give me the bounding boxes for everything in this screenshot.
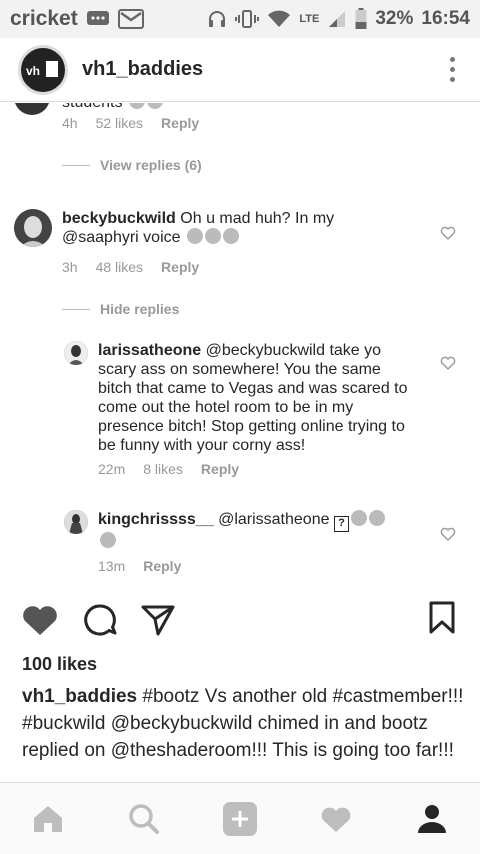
new-post-icon[interactable] [216,795,264,843]
wifi-icon [267,9,291,29]
comment-likes[interactable]: 48 likes [96,259,143,275]
comment-time: 3h [62,259,78,275]
comment-item: students 4h 52 likes Reply View replies … [0,103,480,185]
comment-time: 22m [98,461,126,477]
comment-text: @larissatheone [218,511,330,528]
view-replies-toggle[interactable]: View replies (6) [62,157,202,173]
avatar[interactable] [14,209,52,247]
avatar[interactable] [14,103,50,115]
header-username[interactable]: vh1_baddies [82,58,203,81]
comment-username[interactable]: beckybuckwild [62,210,176,227]
activity-heart-icon[interactable] [312,795,360,843]
laughing-cat-emoji-icon [186,228,203,244]
avatar[interactable] [64,341,88,365]
send-icon[interactable] [138,600,178,640]
reply-item: larissatheone @beckybuckwild take yo sca… [0,339,480,479]
view-replies-label: View replies (6) [100,157,202,173]
battery-icon [355,8,367,30]
svg-text:vh: vh [26,64,40,78]
profile-icon[interactable] [408,795,456,843]
tears-of-joy-emoji-icon [100,532,116,548]
hide-replies-label: Hide replies [100,301,180,317]
signal-icon [327,9,347,29]
unknown-glyph-icon: ? [333,516,349,532]
tears-of-joy-emoji-icon [350,510,367,526]
crying-emoji-icon [128,103,145,109]
headphones-icon [207,9,227,29]
network-type: LTE [299,13,320,25]
comments-list: students 4h 52 likes Reply View replies … [0,103,480,581]
crying-emoji-icon [146,103,163,109]
more-options-icon[interactable] [442,57,462,82]
status-bar: cricket LTE 32% 16:54 [0,0,480,38]
battery-percent: 32% [375,8,414,29]
comment-time: 4h [62,115,78,131]
post-likes-count[interactable]: 100 likes [22,654,97,675]
heart-icon[interactable] [440,526,456,542]
comment-time: 13m [98,558,126,574]
post-caption: vh1_baddies #bootz Vs another old #castm… [22,683,472,783]
avatar[interactable] [64,510,88,534]
heart-icon[interactable] [20,600,60,640]
reply-button[interactable]: Reply [161,259,199,275]
laughing-cat-emoji-icon [204,228,221,244]
gmail-icon [117,9,144,29]
heart-icon[interactable] [440,355,456,371]
heart-icon[interactable] [440,225,456,241]
bookmark-icon[interactable] [422,598,462,638]
caption-username[interactable]: vh1_baddies [22,686,137,707]
messages-icon [86,10,110,28]
comment-item: beckybuckwild Oh u mad huh? In my @saaph… [0,205,480,317]
comment-icon[interactable] [80,600,120,640]
search-icon[interactable] [120,795,168,843]
comment-likes[interactable]: 8 likes [143,461,183,477]
bottom-navigation [0,782,480,854]
comment-likes[interactable]: 52 likes [96,115,143,131]
post-header: vh vh1_baddies [0,38,480,102]
home-icon[interactable] [24,795,72,843]
tears-of-joy-emoji-icon [368,510,385,526]
reply-button[interactable]: Reply [201,461,239,477]
comment-text: students [62,103,122,111]
vibrate-icon [235,9,260,29]
reply-button[interactable]: Reply [143,558,181,574]
laughing-cat-emoji-icon [222,228,239,244]
hide-replies-toggle[interactable]: Hide replies [62,301,179,317]
clock: 16:54 [421,8,470,29]
reply-button[interactable]: Reply [161,115,199,131]
comment-username[interactable]: kingchrissss__ [98,511,214,528]
carrier-name: cricket [10,7,78,30]
comment-username[interactable]: larissatheone [98,342,201,359]
reply-item: kingchrissss__ @larissatheone ? 13m Repl… [0,508,480,580]
post-actions [0,596,480,644]
profile-avatar[interactable]: vh [18,44,68,95]
